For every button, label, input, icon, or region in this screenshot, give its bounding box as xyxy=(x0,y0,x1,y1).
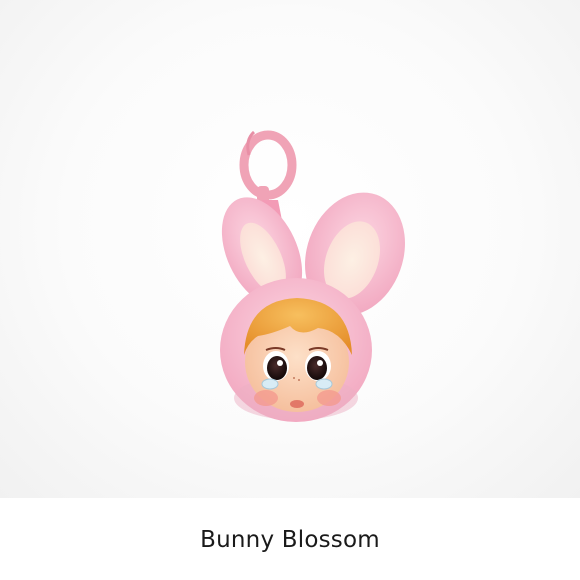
product-photo: CRY BABY xyxy=(0,0,580,498)
carabiner-clip xyxy=(239,130,297,208)
keychain-image: CRY BABY xyxy=(220,130,405,422)
product-card: CRY BABY xyxy=(0,0,580,580)
doll-face xyxy=(244,298,352,412)
product-name: Bunny Blossom xyxy=(200,527,380,553)
